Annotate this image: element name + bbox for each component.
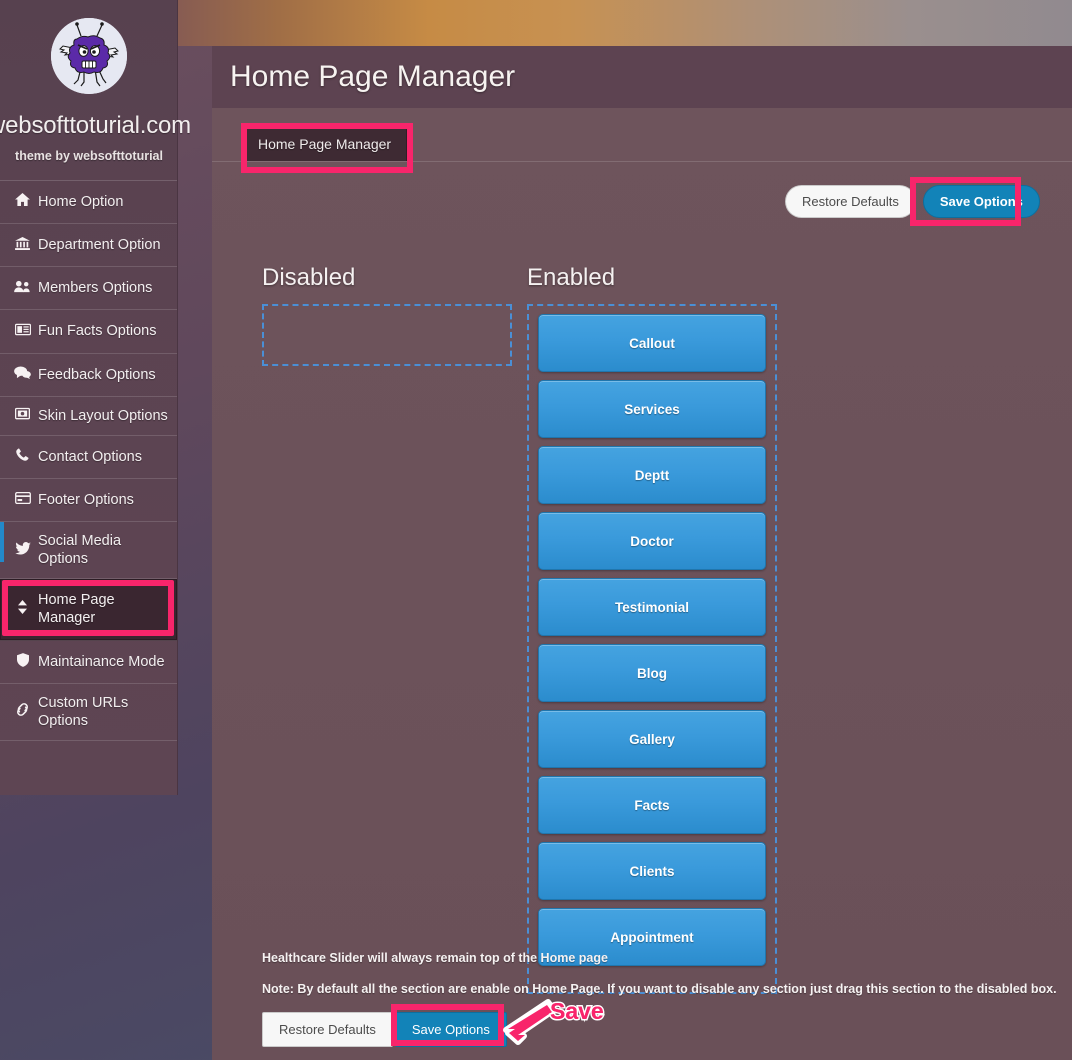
page-title: Home Page Manager [230, 60, 516, 93]
site-title: websofttoturial.com [0, 112, 191, 139]
section-item-deptt[interactable]: Deptt [538, 446, 766, 504]
phone-icon [14, 448, 31, 465]
sidebar-item-label: Department Option [38, 237, 161, 254]
brand-block: websofttoturial.com theme by websofttotu… [0, 14, 191, 163]
section-item-gallery[interactable]: Gallery [538, 710, 766, 768]
section-item-clients[interactable]: Clients [538, 842, 766, 900]
link-icon [14, 703, 31, 720]
save-callout-annotation: Save Save [492, 996, 632, 1060]
active-indicator-bar [0, 522, 4, 562]
sidebar-item-contact-options[interactable]: Contact Options [0, 436, 177, 479]
comments-icon [14, 366, 31, 383]
enabled-dropzone[interactable]: Callout Services Deptt Doctor Testimonial Blo… [527, 304, 777, 994]
enabled-column-title: Enabled [527, 264, 616, 291]
page-header: Home Page Manager [212, 46, 1072, 108]
sidebar-item-feedback-options[interactable]: Feedback Options [0, 354, 177, 397]
sidebar-item-fun-facts-options[interactable]: Fun Facts Options [0, 310, 177, 354]
save-options-button-bottom[interactable]: Save Options [394, 1012, 507, 1047]
section-item-services[interactable]: Services [538, 380, 766, 438]
bank-icon [14, 236, 31, 254]
sidebar-item-label: Fun Facts Options [38, 323, 157, 340]
bottom-toolbar: Restore Defaults Save Options [262, 1012, 1062, 1047]
monster-bug-logo-icon [51, 18, 127, 94]
tab-strip: Home Page Manager [212, 108, 1072, 162]
disabled-dropzone[interactable] [262, 304, 512, 366]
save-callout-text: Save [550, 998, 604, 1024]
users-icon [14, 280, 31, 297]
tab-home-page-manager[interactable]: Home Page Manager [242, 126, 408, 161]
sidebar-item-label: Home Option [38, 194, 124, 210]
note-body: By default all the section are enable on… [293, 982, 1057, 996]
sidebar-item-label: Contact Options [38, 448, 142, 465]
section-item-testimonial[interactable]: Testimonial [538, 578, 766, 636]
section-item-blog[interactable]: Blog [538, 644, 766, 702]
sidebar-item-home-page-manager[interactable]: Home Page Manager [0, 579, 177, 641]
home-icon [14, 193, 31, 210]
credit-card-icon [14, 491, 31, 508]
site-tagline: theme by websofttoturial [15, 149, 163, 163]
section-item-facts[interactable]: Facts [538, 776, 766, 834]
twitter-icon [14, 541, 31, 559]
restore-defaults-button-bottom[interactable]: Restore Defaults [262, 1012, 393, 1047]
sidebar-item-label: Social Media Options [38, 533, 122, 568]
sidebar-menu: Home Option Department Option Members Opti… [0, 180, 177, 741]
sidebar-item-department-option[interactable]: Department Option [0, 224, 177, 268]
sidebar-item-label: Custom URLs Options [38, 694, 129, 729]
sidebar-item-label: Home Page Manager [38, 592, 115, 627]
sidebar: websofttoturial.com theme by websofttotu… [0, 0, 191, 795]
disabled-column-title: Disabled [262, 264, 356, 291]
notes-block: Healthcare Slider will always remain top… [262, 951, 1062, 1047]
sidebar-item-footer-options[interactable]: Footer Options [0, 479, 177, 522]
sidebar-item-label: Skin Layout Options [38, 407, 168, 424]
sidebar-item-home-option[interactable]: Home Option [0, 181, 177, 225]
default-note: Note: By default all the section are ena… [262, 982, 1062, 996]
section-item-doctor[interactable]: Doctor [538, 512, 766, 570]
sidebar-item-maintainance-mode[interactable]: Maintainance Mode [0, 641, 177, 684]
note-label: Note: [262, 982, 294, 996]
sidebar-item-label: Members Options [38, 280, 153, 297]
sort-arrows-icon [14, 600, 31, 618]
restore-defaults-button-top[interactable]: Restore Defaults [785, 184, 916, 218]
sidebar-item-members-options[interactable]: Members Options [0, 267, 177, 311]
sidebar-item-social-media-options[interactable]: Social Media Options [0, 522, 177, 580]
image-icon [14, 407, 31, 424]
sidebar-item-label: Maintainance Mode [38, 653, 165, 670]
sidebar-item-label: Footer Options [38, 491, 134, 508]
save-options-button-top[interactable]: Save Options [922, 184, 1040, 218]
slider-note: Healthcare Slider will always remain top… [262, 951, 608, 965]
top-toolbar: Restore Defaults Save Options [785, 184, 1040, 218]
newspaper-icon [14, 323, 31, 340]
section-item-callout[interactable]: Callout [538, 314, 766, 372]
sidebar-item-skin-layout-options[interactable]: Skin Layout Options [0, 397, 177, 436]
shield-icon [14, 652, 31, 671]
sidebar-item-label: Feedback Options [38, 366, 156, 383]
sidebar-item-custom-urls-options[interactable]: Custom URLs Options [0, 684, 177, 741]
